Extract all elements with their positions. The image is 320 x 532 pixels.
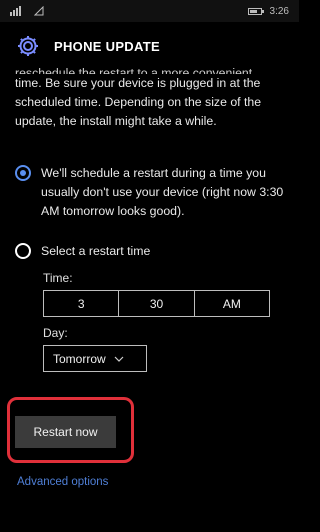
time-picker[interactable]: 3 30 AM [43, 290, 270, 317]
page-title: PHONE UPDATE [54, 38, 160, 54]
period-field[interactable]: AM [193, 291, 269, 316]
status-left [10, 6, 44, 16]
battery-icon [247, 7, 264, 15]
intro-paragraph: reschedule the restart to a more conveni… [15, 64, 287, 131]
option-manual-time[interactable]: Select a restart time [15, 242, 285, 261]
day-dropdown[interactable]: Tomorrow [43, 345, 147, 372]
option-manual-label: Select a restart time [41, 244, 151, 258]
time-label: Time: [43, 271, 73, 285]
gear-icon [18, 36, 38, 56]
option-auto-label: We'll schedule a restart during a time y… [41, 166, 284, 218]
battery-fill [249, 9, 257, 13]
minute-field[interactable]: 30 [118, 291, 193, 316]
restart-now-button[interactable]: Restart now [15, 416, 116, 448]
page-header: PHONE UPDATE [0, 22, 299, 70]
intro-body: time. Be sure your device is plugged in … [15, 76, 262, 128]
advanced-options-link[interactable]: Advanced options [17, 476, 108, 488]
radio-auto-schedule[interactable] [15, 165, 31, 181]
signal-icon [10, 6, 21, 16]
chevron-down-icon [114, 356, 124, 362]
status-time: 3:26 [269, 5, 289, 17]
network-icon [34, 6, 44, 16]
hour-field[interactable]: 3 [44, 291, 118, 316]
day-label: Day: [43, 326, 68, 340]
day-selected-value: Tomorrow [53, 351, 106, 366]
radio-manual-time[interactable] [15, 243, 31, 259]
intro-clipped-line: reschedule the restart to a more conveni… [15, 66, 253, 74]
status-bar: 3:26 [0, 0, 299, 22]
option-auto-schedule[interactable]: We'll schedule a restart during a time y… [15, 164, 285, 221]
intro-text: reschedule the restart to a more conveni… [15, 66, 287, 131]
status-right: 3:26 [247, 5, 289, 17]
